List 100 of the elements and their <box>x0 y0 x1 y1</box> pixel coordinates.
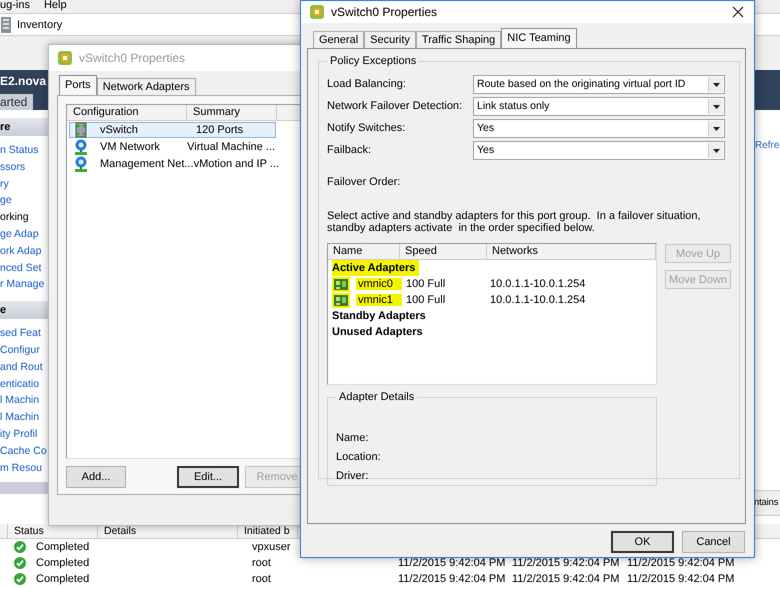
network-card-icon <box>334 278 348 290</box>
column-header: Networks <box>487 244 656 259</box>
tab[interactable]: Security <box>364 31 416 48</box>
column-header: Speed <box>400 244 487 259</box>
sidebar-link[interactable]: Cache Co <box>0 442 47 460</box>
field-label: Failback: <box>327 143 372 158</box>
table-cell-text: 11/2/2015 9:42:04 PM <box>512 573 620 585</box>
group-heading: Unused Adapters <box>332 325 424 340</box>
table-cell-text: 11/2/2015 9:42:04 PM <box>627 557 736 569</box>
dropdown[interactable]: Link status only <box>473 97 725 116</box>
table-cell: Management Net... <box>100 158 194 170</box>
dialog-button[interactable]: Edit... <box>177 466 239 488</box>
sidebar-link[interactable]: orking <box>0 209 29 226</box>
field-label: Network Failover Detection: <box>327 99 464 114</box>
instructions-text: Select active and standby adapters for this port group. In a failover situation, standby adapters activate in the order specified below. <box>327 210 702 234</box>
dropdown[interactable]: Yes <box>473 141 725 160</box>
table-cell: 10.0.1.1-10.0.1.254 <box>490 294 586 306</box>
dropdown[interactable]: Yes <box>473 119 725 138</box>
dialog-button[interactable]: OK <box>611 531 674 553</box>
table-cell: vmnic0 <box>356 278 402 290</box>
list-row[interactable]: Management Net...vMotion and IP ... <box>69 156 276 172</box>
group-heading: Active Adapters <box>332 260 420 276</box>
sidebar-link[interactable]: Configur <box>0 342 40 359</box>
caret-icon <box>712 126 720 130</box>
tab[interactable]: Network Adapters <box>96 78 196 95</box>
menu-item[interactable]: ug-ins <box>0 0 30 13</box>
header-band <box>754 70 780 110</box>
caret-icon <box>712 82 720 86</box>
window-title: vSwitch0 Properties <box>331 5 438 19</box>
column-header: Name <box>328 244 400 259</box>
check-icon <box>14 557 26 569</box>
table-cell-text: Completed <box>36 557 90 569</box>
group-title: Adapter Details <box>338 391 416 403</box>
sidebar-link[interactable]: ge <box>0 192 12 210</box>
sidebar-link[interactable]: nced Set <box>0 260 42 276</box>
table-cell: Virtual Machine ... <box>187 141 275 153</box>
app-logo-icon <box>309 4 325 20</box>
table-cell: 10.0.1.1-10.0.1.254 <box>490 278 586 290</box>
tab[interactable]: arted <box>0 94 34 110</box>
field-label: Name: <box>336 431 370 446</box>
column-header: Summary <box>187 105 277 120</box>
table-cell-text: 100 Full <box>405 278 446 290</box>
list-row[interactable]: VM Network Virtual Machine ... <box>69 139 276 155</box>
sidebar-link[interactable]: r Manage <box>0 276 44 294</box>
caret-icon <box>712 148 720 152</box>
sidebar-link[interactable]: ity Profil <box>0 426 38 443</box>
sidebar-link[interactable]: n Status <box>0 142 39 159</box>
field-label: Failover Order: <box>327 176 402 188</box>
window-title: vSwitch0 Properties <box>79 51 186 65</box>
refresh-link[interactable]: Refre <box>754 140 780 151</box>
tab[interactable]: Ports <box>59 75 97 95</box>
network-card-icon <box>334 294 348 306</box>
sidebar-link[interactable]: ry <box>0 176 9 192</box>
sidebar-link[interactable]: ork Adap <box>0 242 42 260</box>
table-cell: vmnic1 <box>356 294 402 306</box>
table-cell-text: vpxuser <box>252 541 292 553</box>
table-cell-text: 11/2/2015 9:42:04 PM <box>512 557 620 569</box>
sidebar-link[interactable]: sed Feat <box>0 325 41 342</box>
table-cell-text: root <box>252 557 272 569</box>
sidebar-link[interactable]: l Machin <box>0 409 40 426</box>
close-icon[interactable] <box>732 6 744 18</box>
table-cell-text: 11/2/2015 9:42:04 PM <box>627 573 736 585</box>
menu-item[interactable]: Help <box>44 0 67 13</box>
field-label: Driver: <box>336 469 370 484</box>
sidebar-link[interactable]: enticatio <box>0 376 40 392</box>
table-cell-text: 11/2/2015 9:42:04 PM <box>398 573 506 585</box>
table-cell-text: root <box>252 573 272 585</box>
app-logo-icon <box>57 50 73 66</box>
table-cell-text: 100 Full <box>405 294 446 306</box>
dropdown[interactable]: Route based on the originating virtual port ID <box>473 75 725 94</box>
table-cell-text: Completed <box>36 573 90 585</box>
tab[interactable]: NIC Teaming <box>501 28 577 48</box>
field-label: Notify Switches: <box>327 121 406 136</box>
sidebar-link[interactable]: and Rout <box>0 358 43 376</box>
dialog-button[interactable]: Cancel <box>682 531 745 553</box>
server-icon <box>1 16 11 32</box>
column-header: Configuration <box>67 105 187 120</box>
table-cell-text: VM Network <box>100 141 161 153</box>
check-icon <box>14 541 26 553</box>
table-cell-text: Completed <box>36 541 90 553</box>
dialog-button[interactable]: Add... <box>66 466 126 488</box>
switch-icon <box>74 122 88 138</box>
sidebar-link[interactable]: ge Adap <box>0 226 39 243</box>
sidebar-link[interactable]: ssors <box>0 158 26 176</box>
list-row[interactable]: vSwitch 120 Ports <box>69 122 276 138</box>
check-icon <box>14 573 26 585</box>
table-cell: 120 Ports <box>196 124 244 136</box>
caret-icon <box>712 104 720 108</box>
tab[interactable]: General <box>313 31 364 48</box>
breadcrumb[interactable]: Inventory <box>17 18 62 30</box>
tab[interactable]: Traffic Shaping <box>416 31 502 48</box>
sidebar-link[interactable]: l Machin <box>0 392 40 410</box>
table-cell-text: 11/2/2015 9:42:04 PM <box>398 557 506 569</box>
table-cell: vMotion and IP ... <box>194 158 279 170</box>
globe-icon <box>74 156 88 172</box>
sidebar-link[interactable]: m Resou <box>0 460 42 476</box>
globe-icon <box>74 139 88 155</box>
group-title: Policy Exceptions <box>329 55 418 67</box>
group-heading: Standby Adapters <box>332 309 427 324</box>
field-label: Location: <box>336 450 382 465</box>
